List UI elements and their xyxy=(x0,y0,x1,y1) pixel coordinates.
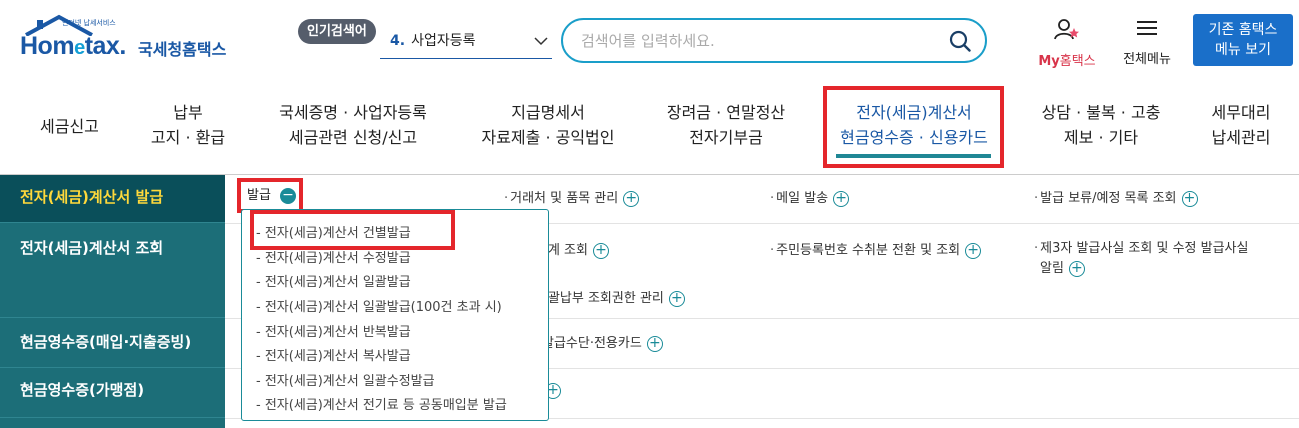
plus-icon[interactable]: + xyxy=(646,335,663,352)
nav-line: 세무대리 xyxy=(1211,103,1271,122)
popular-search-term: 사업자등록 xyxy=(411,33,476,49)
plus-icon[interactable]: + xyxy=(833,190,850,207)
dropdown-item-label: 전자(세금)계산서 복사발급 xyxy=(264,349,411,364)
my-hometax-button[interactable]: My홈택스 xyxy=(1030,18,1104,69)
logo-subtitle: 인터넷 납세서비스 xyxy=(62,19,116,27)
mega-menu: 전자(세금)계산서 발급 전자(세금)계산서 조회 현금영수증(매입·지출증빙)… xyxy=(0,174,1299,428)
nav-payment[interactable]: 납부 고지 · 환급 xyxy=(148,100,228,150)
hometax-logo[interactable]: 인터넷 납세서비스 Hometax. 국세청홈택스 xyxy=(20,14,240,66)
mega-left-column: 전자(세금)계산서 발급 전자(세금)계산서 조회 현금영수증(매입·지출증빙)… xyxy=(0,175,225,428)
nav-payment-statements[interactable]: 지급명세서 자료제출 · 공익법인 xyxy=(475,100,621,150)
issue-toggle-label: 발급 xyxy=(247,188,271,203)
left-menu-cash-receipt-merchant[interactable]: 현금영수증(가맹점) xyxy=(0,368,225,418)
plus-icon[interactable]: + xyxy=(965,242,982,259)
nav-line: 납부 xyxy=(173,103,203,122)
nav-line: 고지 · 환급 xyxy=(150,128,226,147)
dropdown-item-label: 전자(세금)계산서 건별발급 xyxy=(264,226,411,241)
link-label: 발급수단·전용카드 xyxy=(542,336,642,351)
nav-line: 세금관련 신청/신고 xyxy=(288,128,418,147)
nav-line: 상담 · 불복 · 고충 xyxy=(1041,103,1161,122)
my-hometax-suffix: 홈택스 xyxy=(1059,54,1096,69)
dropdown-item[interactable]: - 전자(세금)계산서 복사발급 xyxy=(256,345,411,364)
link-label: 알림 xyxy=(1040,261,1064,276)
plus-icon[interactable]: + xyxy=(623,190,640,207)
dropdown-item-label: 전자(세금)계산서 전기료 등 공동매입분 발급 xyxy=(264,398,507,413)
search-icon[interactable] xyxy=(949,30,971,52)
header: 인터넷 납세서비스 Hometax. 국세청홈택스 인기검색어 4. 사업자등록 … xyxy=(0,0,1299,86)
dropdown-item-label: 전자(세금)계산서 수정발급 xyxy=(264,251,411,266)
dropdown-item[interactable]: - 전자(세금)계산서 수정발급 xyxy=(256,247,411,266)
nav-line: 전자기부금 xyxy=(689,128,763,147)
classic-menu-button[interactable]: 기존 홈택스 메뉴 보기 xyxy=(1193,14,1293,66)
all-menu-label: 전체메뉴 xyxy=(1123,52,1171,67)
link-label: 주민등록번호 수취분 전환 및 조회 xyxy=(776,243,961,258)
nav-active-underline xyxy=(836,154,991,158)
dropdown-item-label: 전자(세금)계산서 반복발급 xyxy=(264,325,411,340)
nav-line: 자료제출 · 공익법인 xyxy=(481,128,615,147)
dropdown-item[interactable]: - 전자(세금)계산서 반복발급 xyxy=(256,321,411,340)
my-hometax-prefix: My xyxy=(1038,54,1060,69)
plus-icon[interactable]: + xyxy=(668,290,685,307)
left-menu-cash-receipt-purchase[interactable]: 현금영수증(매입·지출증빙) xyxy=(0,318,225,368)
dropdown-item[interactable]: - 전자(세금)계산서 일괄발급 xyxy=(256,271,411,290)
search-box xyxy=(561,18,987,63)
dropdown-item[interactable]: - 전자(세금)계산서 일괄발급(100건 초과 시) xyxy=(256,296,502,315)
link-label: 거래처 및 품목 관리 xyxy=(510,191,619,206)
popular-search-badge: 인기검색어 xyxy=(298,19,376,44)
nav-certificates[interactable]: 국세증명 · 사업자등록 세금관련 신청/신고 xyxy=(272,100,434,150)
all-menu-button[interactable]: 전체메뉴 xyxy=(1114,18,1180,67)
classic-menu-line2: 메뉴 보기 xyxy=(1215,42,1271,58)
nav-line: 납세관리 xyxy=(1211,128,1271,147)
dropdown-item-label: 전자(세금)계산서 일괄수정발급 xyxy=(264,374,435,389)
user-star-icon xyxy=(1054,19,1079,40)
search-input[interactable] xyxy=(581,29,941,53)
chevron-down-icon xyxy=(534,37,548,46)
link-label: 총괄납부 조회권한 관리 xyxy=(536,291,664,306)
nav-line: 세금신고 xyxy=(40,117,99,136)
nav-line: 장려금 · 연말정산 xyxy=(666,103,786,122)
link-label: 메일 발송 xyxy=(776,191,829,206)
nav-tax-agent[interactable]: 세무대리 납세관리 xyxy=(1206,100,1276,150)
plus-icon[interactable]: + xyxy=(1068,260,1085,277)
classic-menu-line1: 기존 홈택스 xyxy=(1208,22,1278,38)
link-payment-card[interactable]: 발급수단·전용카드 + xyxy=(542,332,663,352)
dropdown-item[interactable]: - 전자(세금)계산서 건별발급 xyxy=(256,222,411,241)
link-label: 제3자 발급사실 조회 및 수정 발급사실 xyxy=(1040,241,1249,256)
left-menu-e-invoice-issue[interactable]: 전자(세금)계산서 발급 xyxy=(0,175,225,223)
popular-search-rank: 4. xyxy=(390,33,406,49)
logo-wordmark: Hometax. xyxy=(20,32,126,60)
hamburger-icon xyxy=(1137,21,1157,35)
link-hold-list[interactable]: · 발급 보류/예정 목록 조회 + xyxy=(1034,187,1198,207)
issue-dropdown: - 전자(세금)계산서 건별발급 - 전자(세금)계산서 수정발급 - 전자(세… xyxy=(241,209,549,421)
nav-line: 지급명세서 xyxy=(511,103,585,122)
nav-line: 제보 · 기타 xyxy=(1063,128,1139,147)
link-third-party[interactable]: · 제3자 발급사실 조회 및 수정 발급사실 알림 + xyxy=(1034,239,1248,279)
issue-toggle-button[interactable]: 발급 − xyxy=(237,178,303,213)
minus-circle-icon: − xyxy=(280,188,296,204)
popular-search-select[interactable]: 4. 사업자등록 xyxy=(380,28,552,59)
left-menu-e-invoice-view[interactable]: 전자(세금)계산서 조회 xyxy=(0,223,225,318)
plus-icon[interactable]: + xyxy=(1181,190,1198,207)
link-client-items[interactable]: · 거래처 및 품목 관리 + xyxy=(504,187,640,207)
dropdown-item[interactable]: - 전자(세금)계산서 일괄수정발급 xyxy=(256,370,435,389)
logo-korean-name: 국세청홈택스 xyxy=(138,40,227,59)
link-bulk-payment[interactable]: 총괄납부 조회권한 관리 + xyxy=(536,287,685,307)
dropdown-item-label: 전자(세금)계산서 일괄발급(100건 초과 시) xyxy=(264,300,502,315)
link-resident-conversion[interactable]: · 주민등록번호 수취분 전환 및 조회 + xyxy=(770,239,982,259)
nav-tax-filing[interactable]: 세금신고 xyxy=(40,114,99,139)
nav-line: 국세증명 · 사업자등록 xyxy=(279,103,427,122)
nav-consulting[interactable]: 상담 · 불복 · 고충 제보 · 기타 xyxy=(1034,100,1168,150)
plus-icon[interactable]: + xyxy=(592,242,609,259)
dropdown-item[interactable]: - 전자(세금)계산서 전기료 등 공동매입분 발급 xyxy=(256,394,507,413)
link-label: 발급 보류/예정 목록 조회 xyxy=(1040,191,1177,206)
dropdown-item-label: 전자(세금)계산서 일괄발급 xyxy=(264,275,411,290)
link-mail-send[interactable]: · 메일 발송 + xyxy=(770,187,850,207)
main-nav: 세금신고 납부 고지 · 환급 국세증명 · 사업자등록 세금관련 신청/신고 … xyxy=(0,86,1299,174)
nav-incentives[interactable]: 장려금 · 연말정산 전자기부금 xyxy=(660,100,792,150)
